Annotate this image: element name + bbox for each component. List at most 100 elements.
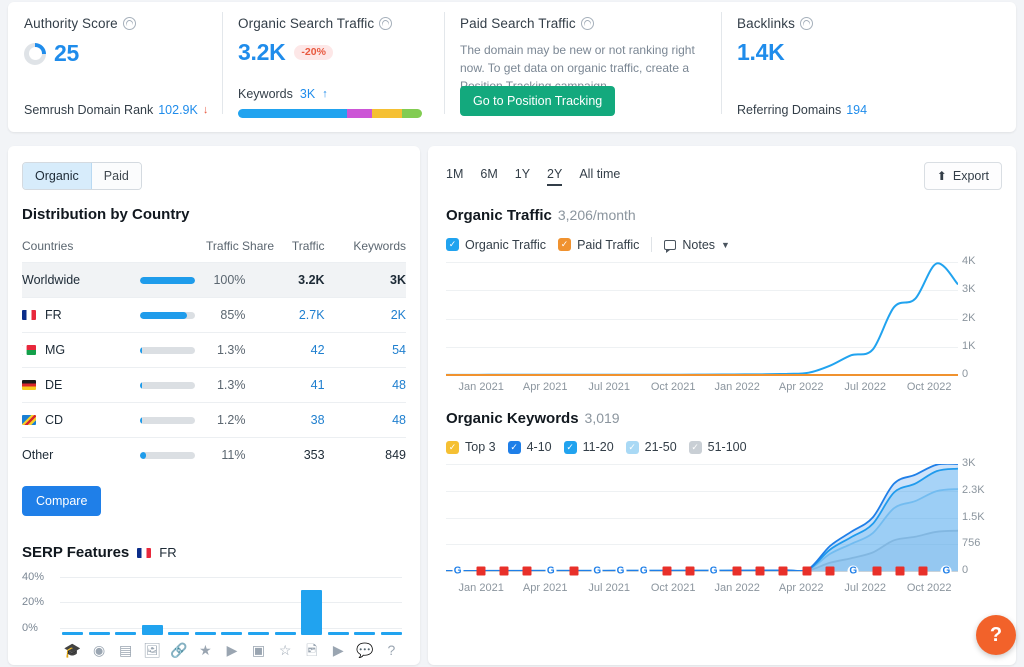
referring-domains-value[interactable]: 194 bbox=[846, 103, 867, 117]
legend-51-100[interactable]: ✓ 51-100 bbox=[688, 440, 747, 454]
cell-keywords[interactable]: 2K bbox=[324, 297, 406, 333]
checkbox-checked-icon[interactable]: ✓ bbox=[563, 440, 577, 454]
cell-keywords[interactable]: 48 bbox=[324, 402, 406, 438]
algorithm-update-marker[interactable] bbox=[802, 566, 812, 576]
serp-bar-images[interactable] bbox=[301, 580, 323, 635]
algorithm-update-marker[interactable] bbox=[872, 566, 882, 576]
algorithm-update-marker[interactable] bbox=[918, 566, 928, 576]
table-row[interactable]: FR 85% 2.7K 2K bbox=[22, 297, 406, 333]
serp-bar-people-also-ask[interactable] bbox=[354, 580, 376, 635]
go-to-position-tracking-button[interactable]: Go to Position Tracking bbox=[460, 86, 616, 116]
export-button[interactable]: ⬆ Export bbox=[923, 162, 1002, 190]
table-row[interactable]: MG 1.3% 42 54 bbox=[22, 332, 406, 368]
image-pack-icon[interactable]: 🖼 bbox=[142, 643, 163, 657]
google-update-marker[interactable]: G bbox=[847, 565, 859, 577]
google-update-marker[interactable]: G bbox=[940, 565, 952, 577]
date-range-tabs[interactable]: 1M 6M 1Y 2Y All time bbox=[446, 167, 620, 186]
cell-keywords[interactable]: 48 bbox=[324, 367, 406, 403]
google-update-marker[interactable]: G bbox=[638, 565, 650, 577]
organic-keywords-plot: 0 756 1.5K 2.3K 3K G G G G G G G G bbox=[446, 457, 1002, 580]
checkbox-checked-icon[interactable]: ✓ bbox=[558, 238, 572, 251]
table-row[interactable]: DE 1.3% 41 48 bbox=[22, 367, 406, 403]
toggle-paid[interactable]: Paid bbox=[91, 163, 141, 189]
info-icon[interactable] bbox=[379, 17, 393, 30]
algorithm-update-marker[interactable] bbox=[895, 566, 905, 576]
checkbox-checked-icon[interactable]: ✓ bbox=[507, 440, 521, 454]
serp-bar-faq[interactable] bbox=[380, 580, 402, 635]
featured-review-icon[interactable]: ★ bbox=[195, 643, 216, 657]
range-tab-1y[interactable]: 1Y bbox=[515, 167, 530, 186]
video-icon[interactable]: ▶ bbox=[221, 643, 242, 657]
google-update-marker[interactable]: G bbox=[545, 565, 557, 577]
range-tab-1m[interactable]: 1M bbox=[446, 167, 463, 186]
serp-bar-instant-answer[interactable] bbox=[327, 580, 349, 635]
notes-dropdown[interactable]: Notes ▼ bbox=[664, 238, 730, 253]
top-stories-icon[interactable]: ☆ bbox=[275, 643, 296, 657]
algorithm-update-marker[interactable] bbox=[569, 566, 579, 576]
range-tab-2y[interactable]: 2Y bbox=[547, 167, 563, 186]
people-also-ask-icon[interactable]: 💬 bbox=[354, 643, 375, 657]
faq-icon[interactable]: ? bbox=[381, 643, 402, 657]
checkbox-checked-icon[interactable]: ✓ bbox=[446, 238, 459, 251]
info-icon[interactable] bbox=[580, 17, 594, 30]
google-update-marker[interactable]: G bbox=[591, 565, 603, 577]
serp-bar-video[interactable] bbox=[221, 580, 243, 635]
cell-keywords[interactable]: 54 bbox=[324, 332, 406, 368]
keywords-count[interactable]: 3K bbox=[300, 87, 315, 101]
checkbox-checked-icon[interactable]: ✓ bbox=[625, 440, 639, 454]
legend-4-10[interactable]: ✓ 4-10 bbox=[507, 440, 552, 454]
legend-organic-traffic[interactable]: ✓ Organic Traffic bbox=[446, 238, 546, 252]
cell-traffic-share: 85% bbox=[111, 297, 275, 333]
table-row[interactable]: Other 11% 353 849 bbox=[22, 437, 406, 472]
toggle-organic[interactable]: Organic bbox=[23, 163, 92, 189]
algorithm-update-marker[interactable] bbox=[778, 566, 788, 576]
local-pack-icon[interactable]: ◉ bbox=[89, 643, 110, 657]
google-update-marker[interactable]: G bbox=[708, 565, 720, 577]
featured-snippet-icon[interactable]: 🎓 bbox=[62, 643, 83, 657]
google-update-marker[interactable]: G bbox=[615, 565, 627, 577]
video-carousel-icon[interactable]: ▣ bbox=[248, 643, 269, 657]
checkbox-checked-icon[interactable]: ✓ bbox=[688, 440, 702, 454]
cell-traffic[interactable]: 2.7K bbox=[274, 297, 325, 333]
cell-traffic[interactable]: 41 bbox=[274, 367, 325, 403]
help-button[interactable]: ? bbox=[976, 615, 1016, 655]
serp-bar-sitelinks[interactable] bbox=[168, 580, 190, 635]
compare-button[interactable]: Compare bbox=[22, 486, 102, 516]
table-row[interactable]: Worldwide 100% 3.2K 3K bbox=[22, 262, 406, 298]
legend-paid-traffic[interactable]: ✓ Paid Traffic bbox=[558, 238, 639, 252]
algorithm-update-marker[interactable] bbox=[755, 566, 765, 576]
legend-top-3[interactable]: ✓ Top 3 bbox=[446, 440, 496, 454]
range-tab-all-time[interactable]: All time bbox=[579, 167, 620, 186]
algorithm-update-marker[interactable] bbox=[476, 566, 486, 576]
serp-bar-image-pack[interactable] bbox=[141, 580, 163, 635]
organic-paid-toggle[interactable]: Organic Paid bbox=[22, 162, 142, 190]
algorithm-update-marker[interactable] bbox=[825, 566, 835, 576]
algorithm-update-marker[interactable] bbox=[685, 566, 695, 576]
cell-traffic[interactable]: 38 bbox=[274, 402, 325, 438]
google-update-marker[interactable]: G bbox=[452, 565, 464, 577]
serp-bar-featured-snippet[interactable] bbox=[62, 580, 83, 635]
sitelinks-icon[interactable]: 🔗 bbox=[168, 643, 189, 657]
cell-traffic[interactable]: 42 bbox=[274, 332, 325, 368]
serp-country-code: FR bbox=[159, 545, 177, 560]
table-row[interactable]: CD 1.2% 38 48 bbox=[22, 402, 406, 438]
serp-bar-reviews[interactable] bbox=[115, 580, 137, 635]
algorithm-update-marker[interactable] bbox=[662, 566, 672, 576]
domain-rank-value[interactable]: 102.9K bbox=[158, 103, 198, 117]
legend-11-20[interactable]: ✓ 11-20 bbox=[563, 440, 614, 454]
serp-bar-local-pack[interactable] bbox=[88, 580, 110, 635]
serp-bar-top-stories[interactable] bbox=[274, 580, 296, 635]
instant-answer-icon[interactable]: ▶ bbox=[328, 643, 349, 657]
algorithm-update-marker[interactable] bbox=[522, 566, 532, 576]
range-tab-6m[interactable]: 6M bbox=[480, 167, 497, 186]
reviews-icon[interactable]: ▤ bbox=[115, 643, 136, 657]
info-icon[interactable] bbox=[122, 17, 136, 30]
serp-bar-featured-review[interactable] bbox=[194, 580, 216, 635]
checkbox-checked-icon[interactable]: ✓ bbox=[446, 440, 459, 454]
images-icon[interactable]: 🖻 bbox=[301, 643, 322, 657]
algorithm-update-marker[interactable] bbox=[732, 566, 742, 576]
algorithm-update-marker[interactable] bbox=[499, 566, 509, 576]
legend-21-50[interactable]: ✓ 21-50 bbox=[625, 440, 677, 454]
info-icon[interactable] bbox=[799, 17, 813, 30]
serp-bar-video-carousel[interactable] bbox=[248, 580, 270, 635]
